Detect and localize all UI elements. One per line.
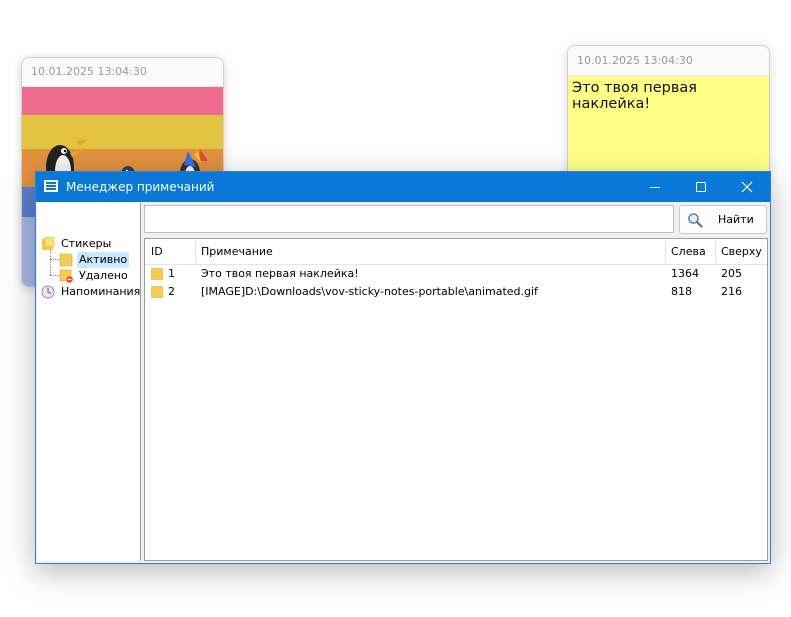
notes-manager-window: Менеджер примечаний Стикеры Активно Удал…	[35, 171, 771, 564]
category-tree: Стикеры Активно Удалено Напоминания	[37, 203, 141, 561]
find-button[interactable]: Найти	[679, 205, 767, 234]
cell-id: 2	[168, 285, 175, 298]
note-icon	[151, 286, 163, 298]
column-header-id[interactable]: ID	[145, 239, 195, 264]
search-icon	[688, 213, 703, 228]
table-row[interactable]: 1 Это твоя первая наклейка! 1364 205	[145, 265, 767, 283]
minimize-button[interactable]	[632, 172, 678, 202]
minimize-icon	[650, 187, 660, 188]
close-icon	[741, 181, 753, 193]
stickers-folder-icon	[42, 237, 55, 250]
note-timestamp: 10.01.2025 13:04:30	[22, 58, 223, 87]
list-header: ID Примечание Слева Сверху	[145, 239, 767, 265]
sticky-note-yellow[interactable]: 10.01.2025 13:04:30 Это твоя первая накл…	[567, 45, 770, 187]
stripe-pink	[22, 87, 223, 115]
cell-left: 818	[671, 285, 692, 298]
table-row[interactable]: 2 [IMAGE]D:\Downloads\vov-sticky-notes-p…	[145, 283, 767, 301]
cell-top: 205	[721, 267, 742, 280]
notes-list: ID Примечание Слева Сверху 1 Это твоя пе…	[144, 238, 768, 561]
title-bar[interactable]: Менеджер примечаний	[36, 172, 770, 202]
column-header-top[interactable]: Сверху	[715, 239, 769, 264]
deleted-note-icon	[59, 269, 73, 283]
search-field[interactable]	[144, 205, 674, 233]
note-body[interactable]: Это твоя первая наклейка!	[568, 76, 769, 186]
cell-top: 216	[721, 285, 742, 298]
column-header-note[interactable]: Примечание	[195, 239, 665, 264]
tree-item-label: Активно	[77, 252, 130, 268]
window-title: Менеджер примечаний	[66, 180, 215, 194]
cell-id: 1	[168, 267, 175, 280]
tree-item-label: Удалено	[79, 269, 128, 282]
maximize-button[interactable]	[678, 172, 724, 202]
clock-icon	[41, 285, 55, 299]
cell-note: Это твоя первая наклейка!	[201, 267, 359, 280]
tree-item-label: Напоминания	[61, 285, 141, 298]
column-header-left[interactable]: Слева	[665, 239, 715, 264]
find-button-label: Найти	[718, 213, 754, 226]
active-note-icon	[59, 253, 73, 267]
maximize-icon	[696, 182, 706, 192]
close-button[interactable]	[724, 172, 770, 202]
search-input[interactable]	[145, 206, 673, 232]
note-icon	[151, 268, 163, 280]
app-list-icon	[44, 180, 58, 192]
cell-note: [IMAGE]D:\Downloads\vov-sticky-notes-por…	[201, 285, 538, 298]
cell-left: 1364	[671, 267, 699, 280]
note-timestamp: 10.01.2025 13:04:30	[568, 46, 769, 76]
tree-item-label: Стикеры	[61, 237, 112, 250]
